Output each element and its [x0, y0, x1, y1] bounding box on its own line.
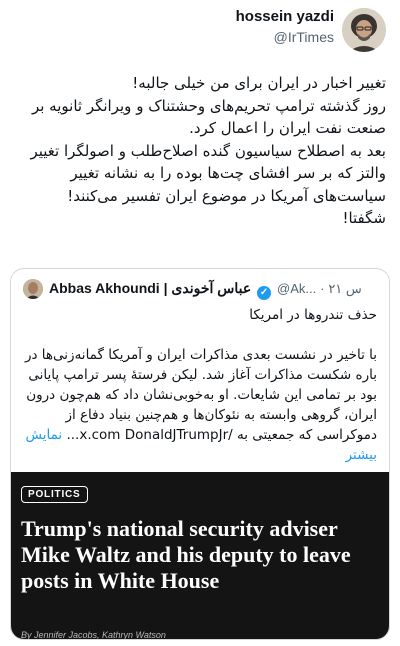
- tweet-line: روز گذشته ترامپ تحریم‌های وحشتناک و ویرا…: [31, 96, 386, 138]
- article-preview-image[interactable]: POLITICS Trump's national security advis…: [11, 472, 389, 639]
- tweet-line: شگفتا!: [342, 209, 386, 227]
- quoted-tweet-header: Abbas Akhoundi | عباس آخوندی ✓ @Ak... · …: [23, 279, 377, 301]
- tweet-line: تغییر اخبار در ایران برای من خیلی جالبه!: [132, 74, 386, 92]
- separator-dot: ·: [320, 281, 325, 296]
- article-category-tag: POLITICS: [21, 486, 88, 503]
- quoted-tweet-time[interactable]: ۲۱ س: [328, 281, 361, 296]
- quoted-body: با تاخیر در نشست بعدی مذاکرات ایران و آم…: [23, 345, 377, 465]
- quoted-author-name[interactable]: Abbas Akhoundi | عباس آخوندی: [49, 280, 251, 296]
- verified-badge-icon: ✓: [257, 286, 272, 300]
- quoted-tweet-card[interactable]: Abbas Akhoundi | عباس آخوندی ✓ @Ak... · …: [10, 268, 390, 640]
- quoted-author-handle[interactable]: @Ak...: [277, 281, 316, 296]
- quoted-author-line: Abbas Akhoundi | عباس آخوندی ✓ @Ak... · …: [49, 280, 362, 300]
- tweet-text: تغییر اخبار در ایران برای من خیلی جالبه!…: [14, 72, 386, 230]
- author-avatar[interactable]: [342, 8, 386, 52]
- quoted-author-avatar[interactable]: [23, 279, 43, 299]
- portrait-avatar-icon: [23, 279, 43, 299]
- tweet-header: hossein yazdi @IrTimes: [0, 0, 400, 60]
- article-headline: Trump's national security adviser Mike W…: [21, 516, 351, 593]
- article-byline: By Jennifer Jacobs, Kathryn Watson: [21, 630, 166, 640]
- author-display-name[interactable]: hossein yazdi: [236, 8, 334, 25]
- quoted-headline: حذف تندروها در امریکا: [249, 307, 377, 323]
- author-handle[interactable]: @IrTimes: [274, 29, 334, 45]
- tweet-line: بعد به اصطلاح سیاسیون گنده اصلاح‌طلب و ا…: [30, 141, 386, 205]
- quoted-tweet-text: حذف تندروها در امریکا با تاخیر در نشست ب…: [23, 305, 377, 465]
- portrait-avatar-icon: [342, 8, 386, 52]
